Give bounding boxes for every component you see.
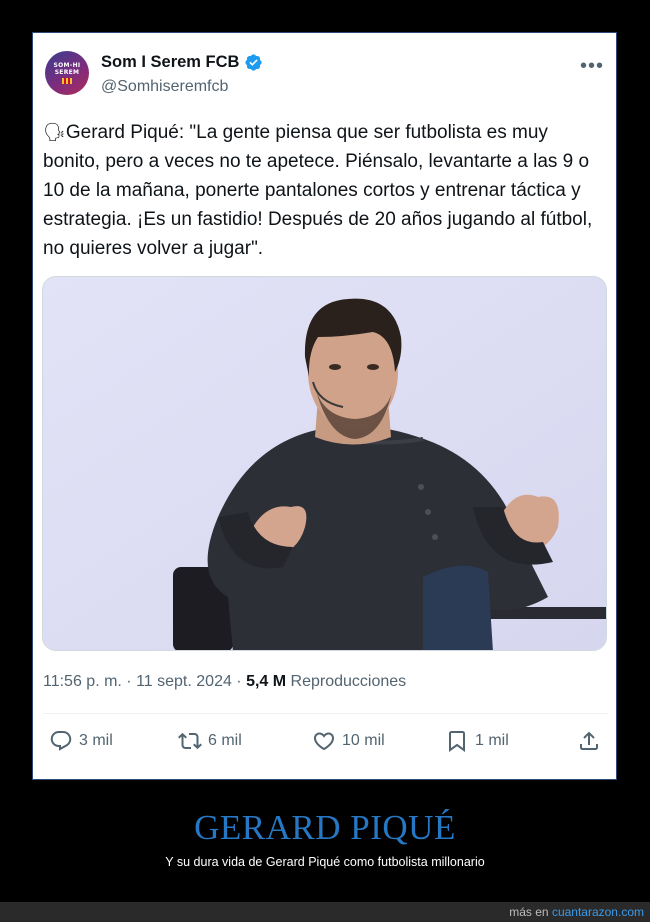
reply-icon	[50, 731, 72, 751]
bookmark-icon	[449, 731, 465, 752]
meta-separator: ·	[121, 673, 137, 690]
share-icon	[580, 731, 598, 750]
share-button[interactable]	[577, 729, 601, 753]
tweet-date[interactable]: 11 sept. 2024	[136, 673, 232, 690]
avatar-flag-icon	[62, 78, 72, 84]
views-label: Reproducciones	[286, 673, 407, 690]
caption-subtitle: Y su dura vida de Gerard Piqué como futb…	[165, 855, 485, 869]
avatar-text-line-1: SOM-HI	[53, 62, 81, 69]
repost-count: 6 mil	[208, 732, 242, 749]
author-name-text: Som I Serem FCB	[101, 53, 240, 71]
verified-badge-icon	[245, 54, 263, 71]
tweet-meta: 11:56 p. m. · 11 sept. 2024 · 5,4 M Repr…	[43, 673, 406, 691]
tweet-time[interactable]: 11:56 p. m.	[43, 673, 122, 690]
footer-text: más en cuantarazon.com	[509, 905, 644, 919]
tweet-card: SOM-HI SEREM Som I Serem FCB @Somhiserem…	[32, 32, 617, 780]
avatar[interactable]: SOM-HI SEREM	[45, 51, 89, 95]
author-display-name[interactable]: Som I Serem FCB	[101, 53, 263, 72]
tweet-photo[interactable]	[42, 276, 607, 651]
action-bar: 3 mil 6 mil 10 mil 1 mil	[33, 729, 616, 759]
speaking-head-icon: 🗣	[43, 122, 66, 143]
views-count: 5,4 M	[246, 673, 287, 690]
divider	[43, 713, 608, 714]
footer-bar: más en cuantarazon.com	[0, 902, 650, 922]
caption-title: GERARD PIQUÉ	[194, 808, 456, 847]
bookmark-button[interactable]: 1 mil	[445, 729, 509, 753]
reply-button[interactable]: 3 mil	[49, 729, 113, 753]
avatar-text-line-2: SEREM	[54, 69, 80, 76]
tweet-text: 🗣Gerard Piqué: "La gente piensa que ser …	[43, 118, 603, 263]
reply-count: 3 mil	[79, 732, 113, 749]
like-button[interactable]: 10 mil	[312, 729, 385, 753]
repost-button[interactable]: 6 mil	[178, 729, 242, 753]
tweet-header: SOM-HI SEREM Som I Serem FCB @Somhiserem…	[33, 33, 616, 113]
bookmark-count: 1 mil	[475, 732, 509, 749]
footer-prefix: más en	[509, 905, 552, 919]
like-count: 10 mil	[342, 732, 385, 749]
tweet-body: Gerard Piqué: "La gente piensa que ser f…	[43, 122, 593, 259]
photo-image	[43, 277, 606, 650]
heart-icon	[313, 732, 335, 751]
more-options-icon[interactable]: •••	[580, 56, 604, 76]
repost-icon	[178, 732, 202, 750]
meta-separator: ·	[231, 673, 247, 690]
footer-site-link[interactable]: cuantarazon.com	[552, 905, 644, 919]
author-handle[interactable]: @Somhiseremfcb	[101, 78, 228, 96]
